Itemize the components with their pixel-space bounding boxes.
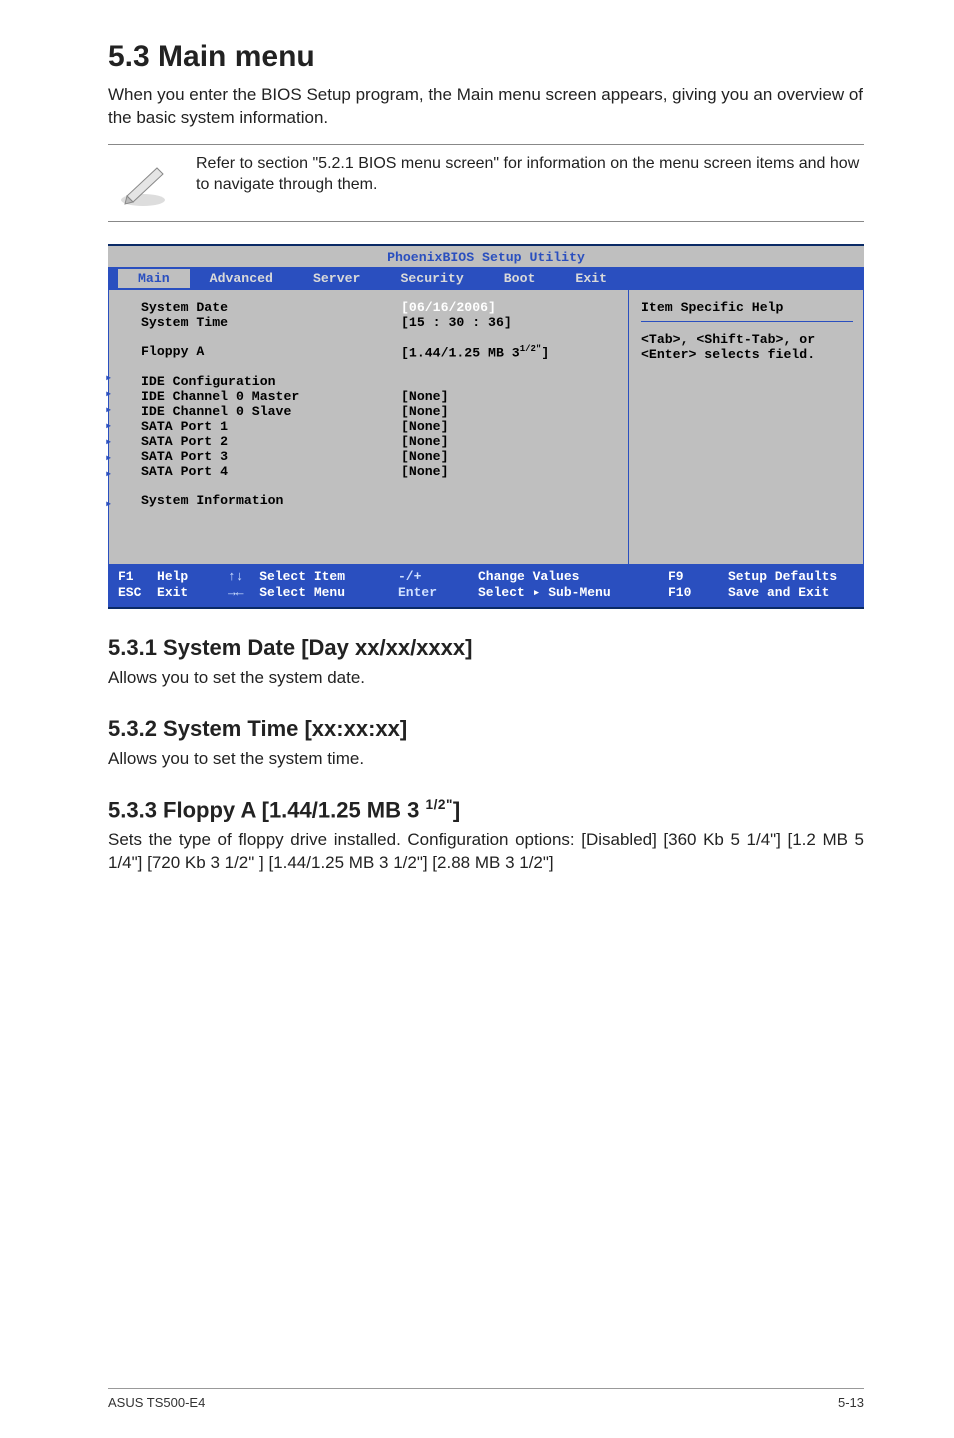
pencil-icon (108, 153, 178, 213)
row-ide-ch0-slave[interactable]: IDE Channel 0 Slave[None] (141, 404, 620, 419)
row-system-date[interactable]: System Date [06/16/2006] (141, 300, 620, 315)
updown-icon: ↑↓ (228, 569, 244, 584)
bios-footer: F1 Help ESC Exit ↑↓ Select Item →← Selec… (108, 565, 864, 607)
value: [None] (401, 419, 448, 434)
esc-key: ESC (118, 585, 141, 600)
sub-532-title: 5.3.2 System Time [xx:xx:xx] (108, 716, 864, 742)
label: SATA Port 2 (141, 434, 401, 449)
sub-533-title-b: ] (453, 797, 460, 822)
floppy-val-b: ] (541, 345, 549, 360)
value: [None] (401, 389, 448, 404)
sub-533-title-a: 5.3.3 Floppy A [1.44/1.25 MB 3 (108, 797, 426, 822)
section-intro: When you enter the BIOS Setup program, t… (108, 84, 864, 130)
floppy-val-a: [1.44/1.25 MB 3 (401, 345, 520, 360)
setup-defaults-label: Setup Defaults (728, 569, 854, 585)
label: SATA Port 4 (141, 464, 401, 479)
label: SATA Port 1 (141, 419, 401, 434)
tab-boot[interactable]: Boot (484, 269, 556, 288)
f9-key: F9 (668, 569, 728, 585)
row-ide-config[interactable]: IDE Configuration (141, 374, 620, 389)
value: [None] (401, 464, 448, 479)
label: SATA Port 3 (141, 449, 401, 464)
sub-533-title: 5.3.3 Floppy A [1.44/1.25 MB 3 1/2"] (108, 797, 864, 823)
help-line1: <Tab>, <Shift-Tab>, or (641, 332, 853, 347)
label: IDE Channel 0 Slave (141, 404, 401, 419)
label: System Information (141, 493, 401, 508)
row-sata-3[interactable]: SATA Port 3[None] (141, 449, 620, 464)
row-sata-1[interactable]: SATA Port 1[None] (141, 419, 620, 434)
value: [15 : 30 : 36] (401, 315, 512, 330)
page-footer: ASUS TS500-E4 5-13 (108, 1388, 864, 1410)
label: IDE Channel 0 Master (141, 389, 401, 404)
value: [None] (401, 434, 448, 449)
tab-server[interactable]: Server (293, 269, 380, 288)
floppy-exp: 1/2" (520, 344, 542, 354)
enter-key: Enter (398, 585, 478, 601)
row-floppy-a[interactable]: Floppy A [1.44/1.25 MB 31/2"] (141, 344, 620, 360)
f10-key: F10 (668, 585, 728, 601)
row-system-info[interactable]: System Information (141, 493, 620, 508)
footer-right: 5-13 (838, 1395, 864, 1410)
row-sata-2[interactable]: SATA Port 2[None] (141, 434, 620, 449)
help-line2: <Enter> selects field. (641, 347, 853, 362)
value: [None] (401, 449, 448, 464)
bios-tabs: Main Advanced Server Security Boot Exit (108, 267, 864, 290)
plusminus-key: -/+ (398, 569, 478, 585)
sub-531-body: Allows you to set the system date. (108, 667, 864, 690)
value: [06/16/2006] (401, 300, 496, 315)
submenu-arrows: ▸▸▸▸▸▸▸ ▸ (105, 370, 112, 512)
select-item-label: Select Item (259, 569, 345, 584)
label: Floppy A (141, 344, 401, 360)
select-submenu-label: Select ▸ Sub-Menu (478, 585, 668, 601)
label: IDE Configuration (141, 374, 401, 389)
bios-window: PhoenixBIOS Setup Utility Main Advanced … (108, 244, 864, 609)
row-ide-ch0-master[interactable]: IDE Channel 0 Master[None] (141, 389, 620, 404)
select-menu-label: Select Menu (259, 585, 345, 600)
tab-advanced[interactable]: Advanced (190, 269, 293, 288)
footer-left: ASUS TS500-E4 (108, 1395, 205, 1410)
tab-exit[interactable]: Exit (555, 269, 627, 288)
save-exit-label: Save and Exit (728, 585, 854, 601)
leftright-icon: →← (228, 585, 244, 600)
sub-533-body: Sets the type of floppy drive installed.… (108, 829, 864, 875)
label: System Date (141, 300, 401, 315)
esc-label: Exit (157, 585, 188, 600)
help-title: Item Specific Help (641, 300, 853, 322)
bios-title: PhoenixBIOS Setup Utility (108, 246, 864, 267)
f1-label: Help (157, 569, 188, 584)
value: [1.44/1.25 MB 31/2"] (401, 344, 549, 360)
tab-security[interactable]: Security (380, 269, 483, 288)
section-title: 5.3 Main menu (108, 40, 864, 74)
row-system-time[interactable]: System Time [15 : 30 : 36] (141, 315, 620, 330)
row-sata-4[interactable]: SATA Port 4[None] (141, 464, 620, 479)
value: [None] (401, 404, 448, 419)
note-callout: Refer to section "5.2.1 BIOS menu screen… (108, 144, 864, 222)
sub-533-frac: 1/2" (426, 797, 453, 812)
sub-532-body: Allows you to set the system time. (108, 748, 864, 771)
label: System Time (141, 315, 401, 330)
change-values-label: Change Values (478, 569, 668, 585)
sub-531-title: 5.3.1 System Date [Day xx/xx/xxxx] (108, 635, 864, 661)
bios-help-pane: Item Specific Help <Tab>, <Shift-Tab>, o… (629, 290, 864, 565)
note-text: Refer to section "5.2.1 BIOS menu screen… (196, 153, 864, 196)
f1-key: F1 (118, 569, 134, 584)
tab-main[interactable]: Main (118, 269, 190, 288)
